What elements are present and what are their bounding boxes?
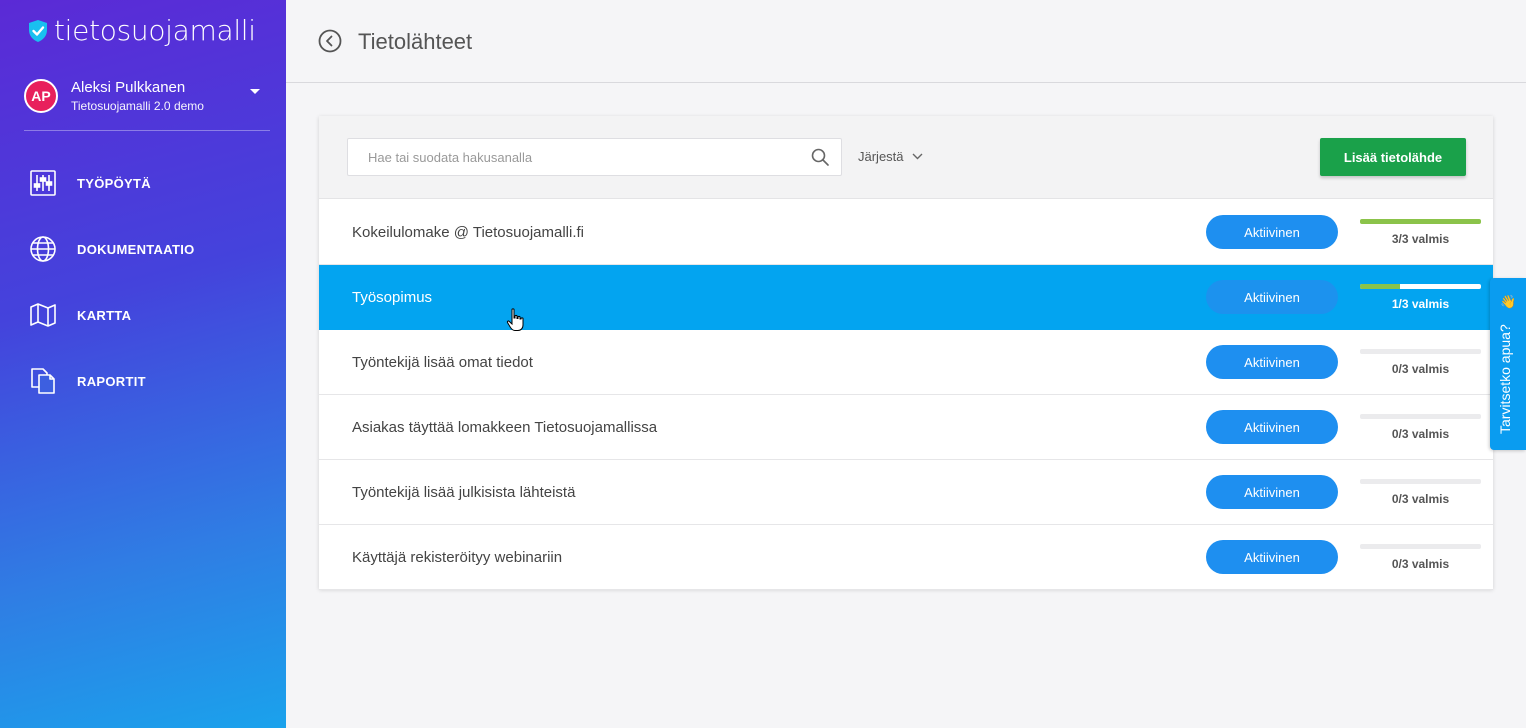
status-button[interactable]: Aktiivinen [1206,345,1338,379]
documents-icon [28,366,58,396]
sort-dropdown[interactable]: Järjestä [858,149,923,164]
sidebar-divider [24,130,270,131]
caret-down-icon[interactable] [250,89,260,94]
progress-bar [1360,219,1481,224]
progress-bar [1360,349,1481,354]
back-arrow-icon[interactable] [318,29,342,53]
progress-bar [1360,414,1481,419]
progress-bar [1360,544,1481,549]
data-source-name: Työntekijä lisää julkisista lähteistä [352,484,576,501]
globe-icon [28,234,58,264]
progress-text: 0/3 valmis [1391,362,1450,376]
status-button[interactable]: Aktiivinen [1206,215,1338,249]
list-item[interactable]: Kokeilulomake @ Tietosuojamalli.fi Aktii… [319,200,1493,265]
user-info: Aleksi Pulkkanen Tietosuojamalli 2.0 dem… [71,79,204,114]
status-button[interactable]: Aktiivinen [1206,475,1338,509]
toolbar: Järjestä Lisää tietolähde [319,116,1493,199]
progress-indicator: 0/3 valmis [1360,414,1481,441]
sidebar-item-label: TYÖPÖYTÄ [77,175,151,191]
user-name: Aleksi Pulkkanen [71,78,186,96]
user-organization: Tietosuojamalli 2.0 demo [71,98,204,113]
data-source-list: Kokeilulomake @ Tietosuojamalli.fi Aktii… [319,200,1493,590]
progress-fill [1360,219,1481,224]
data-source-name: Kokeilulomake @ Tietosuojamalli.fi [352,224,584,241]
add-data-source-button[interactable]: Lisää tietolähde [1320,138,1466,176]
list-item[interactable]: Työntekijä lisää omat tiedot Aktiivinen … [319,330,1493,395]
search-icon[interactable] [811,148,829,166]
data-source-name: Työntekijä lisää omat tiedot [352,354,533,371]
list-item[interactable]: Työsopimus Aktiivinen 1/3 valmis [319,265,1493,330]
progress-indicator: 0/3 valmis [1360,479,1481,506]
sidebar-nav: TYÖPÖYTÄ DOKUMENTAATIO KARTTA RAPORTIT [28,150,268,414]
sidebar-item-raportit[interactable]: RAPORTIT [28,348,268,414]
progress-indicator: 0/3 valmis [1360,544,1481,571]
list-item[interactable]: Työntekijä lisää julkisista lähteistä Ak… [319,460,1493,525]
sort-label: Järjestä [858,149,904,164]
sliders-icon [28,168,58,198]
page-title: Tietolähteet [358,29,473,54]
progress-text: 1/3 valmis [1391,297,1450,311]
app-logo[interactable]: tietosuojamalli [28,14,256,47]
user-menu[interactable]: AP Aleksi Pulkkanen Tietosuojamalli 2.0 … [24,76,270,116]
sidebar-item-kartta[interactable]: KARTTA [28,282,268,348]
data-source-name: Työsopimus [352,289,433,306]
data-source-name: Asiakas täyttää lomakkeen Tietosuojamall… [352,419,658,436]
progress-text: 0/3 valmis [1391,557,1450,571]
page-header: Tietolähteet [286,0,1526,83]
progress-indicator: 3/3 valmis [1360,219,1481,246]
list-item[interactable]: Käyttäjä rekisteröityy webinariin Aktiiv… [319,525,1493,590]
progress-text: 0/3 valmis [1391,492,1450,506]
data-source-name: Käyttäjä rekisteröityy webinariin [352,549,563,566]
waving-hand-icon: 👋 [1500,294,1517,309]
avatar: AP [24,79,58,113]
search-box [347,138,842,176]
sidebar-item-label: RAPORTIT [77,373,146,389]
status-button[interactable]: Aktiivinen [1206,540,1338,574]
logo-text: tietosuojamalli [54,14,256,47]
sidebar: tietosuojamalli AP Aleksi Pulkkanen Tiet… [0,0,286,728]
sidebar-item-dokumentaatio[interactable]: DOKUMENTAATIO [28,216,268,282]
sidebar-item-label: KARTTA [77,307,132,323]
sidebar-item-tyopoyta[interactable]: TYÖPÖYTÄ [28,150,268,216]
progress-bar [1360,479,1481,484]
data-sources-card: Järjestä Lisää tietolähde Kokeilulomake … [319,116,1493,590]
progress-text: 0/3 valmis [1391,427,1450,441]
map-icon [28,300,58,330]
chevron-down-icon [912,153,923,160]
help-label: Tarvitsetko apua? [1497,324,1513,434]
search-input[interactable] [348,139,798,175]
progress-bar [1360,284,1481,289]
progress-indicator: 0/3 valmis [1360,349,1481,376]
status-button[interactable]: Aktiivinen [1206,410,1338,444]
status-button[interactable]: Aktiivinen [1206,280,1338,314]
help-tab[interactable]: 👋 Tarvitsetko apua? [1490,278,1526,450]
shield-check-icon [29,19,47,42]
progress-indicator: 1/3 valmis [1360,284,1481,311]
sidebar-item-label: DOKUMENTAATIO [77,241,195,257]
progress-text: 3/3 valmis [1391,232,1450,246]
list-item[interactable]: Asiakas täyttää lomakkeen Tietosuojamall… [319,395,1493,460]
progress-fill [1360,284,1401,289]
